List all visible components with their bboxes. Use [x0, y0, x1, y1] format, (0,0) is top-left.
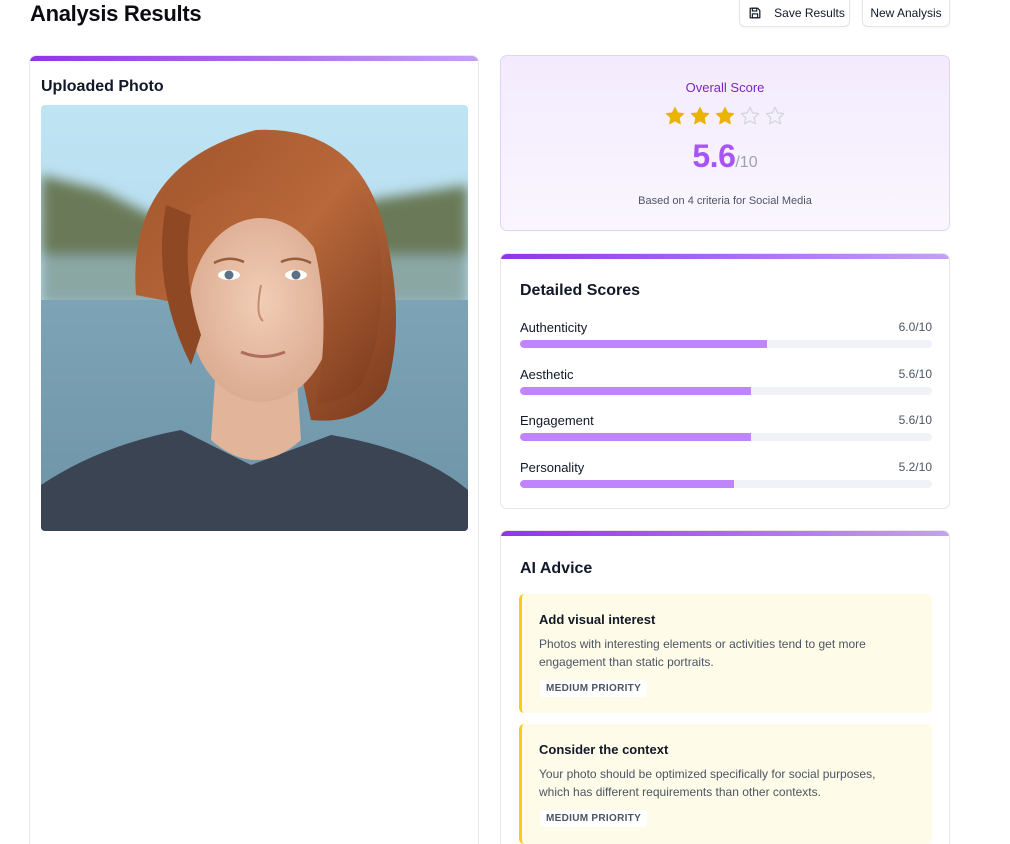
metric-value: 6.0/10: [898, 320, 932, 334]
save-results-label: Save Results: [774, 6, 845, 20]
metric-value: 5.2/10: [898, 460, 932, 474]
card-accent-bar: [30, 56, 478, 61]
detailed-scores-card: Detailed Scores Authenticity 6.0/10 Aest…: [500, 253, 950, 509]
analysis-page: Analysis Results Save Results New Analys…: [0, 0, 1010, 844]
overall-score-value: 5.6/10: [501, 138, 949, 175]
progress-fill: [520, 340, 768, 348]
new-analysis-label: New Analysis: [870, 6, 942, 20]
advice-title: Consider the context: [539, 742, 669, 757]
star-empty-icon: [740, 106, 760, 125]
metric-aesthetic: Aesthetic 5.6/10: [520, 367, 932, 407]
ai-advice-card: AI Advice Add visual interest Photos wit…: [500, 530, 950, 844]
star-empty-icon: [765, 106, 785, 125]
progress-track: [520, 433, 932, 441]
uploaded-photo-card: Uploaded Photo: [29, 55, 479, 844]
metric-value: 5.6/10: [898, 367, 932, 381]
metric-label: Authenticity: [520, 320, 588, 335]
advice-title: Add visual interest: [539, 612, 656, 627]
advice-item: Consider the context Your photo should b…: [519, 724, 932, 844]
metric-label: Aesthetic: [520, 367, 574, 382]
overall-score-number: 5.6: [692, 138, 736, 174]
progress-fill: [520, 480, 735, 488]
progress-track: [520, 340, 932, 348]
star-filled-icon: [715, 106, 735, 125]
portrait-image: [41, 105, 468, 531]
criteria-note: Based on 4 criteria for Social Media: [638, 195, 812, 207]
star-filled-icon: [690, 106, 710, 125]
detailed-scores-heading: Detailed Scores: [520, 282, 641, 299]
advice-body: Photos with interesting elements or acti…: [539, 637, 866, 669]
uploaded-photo-heading: Uploaded Photo: [41, 78, 164, 95]
page-title: Analysis Results: [30, 1, 202, 26]
progress-fill: [520, 387, 751, 395]
advice-body: Your photo should be optimized specifica…: [539, 767, 876, 799]
metric-value: 5.6/10: [898, 413, 932, 427]
uploaded-photo: [41, 105, 468, 531]
star-filled-icon: [665, 106, 685, 125]
advice-item: Add visual interest Photos with interest…: [519, 594, 932, 713]
card-accent-bar: [501, 531, 949, 536]
priority-badge: MEDIUM PRIORITY: [540, 680, 648, 697]
overall-score-label: Overall Score: [685, 80, 765, 95]
metric-authenticity: Authenticity 6.0/10: [520, 320, 932, 360]
progress-fill: [520, 433, 751, 441]
overall-score-card: Overall Score 5.6/10 Based on 4 criteria…: [500, 55, 950, 231]
star-rating: [501, 105, 949, 127]
save-results-button[interactable]: Save Results: [739, 0, 850, 27]
metric-label: Personality: [520, 460, 585, 475]
overall-score-denominator: /10: [735, 154, 758, 171]
card-accent-bar: [501, 254, 949, 259]
progress-track: [520, 387, 932, 395]
new-analysis-button[interactable]: New Analysis: [862, 0, 950, 27]
progress-track: [520, 480, 932, 488]
ai-advice-heading: AI Advice: [520, 560, 593, 577]
metric-label: Engagement: [520, 413, 594, 428]
metric-personality: Personality 5.2/10: [520, 460, 932, 500]
metric-engagement: Engagement 5.6/10: [520, 413, 932, 453]
priority-badge: MEDIUM PRIORITY: [540, 810, 648, 827]
save-icon: [749, 7, 761, 19]
